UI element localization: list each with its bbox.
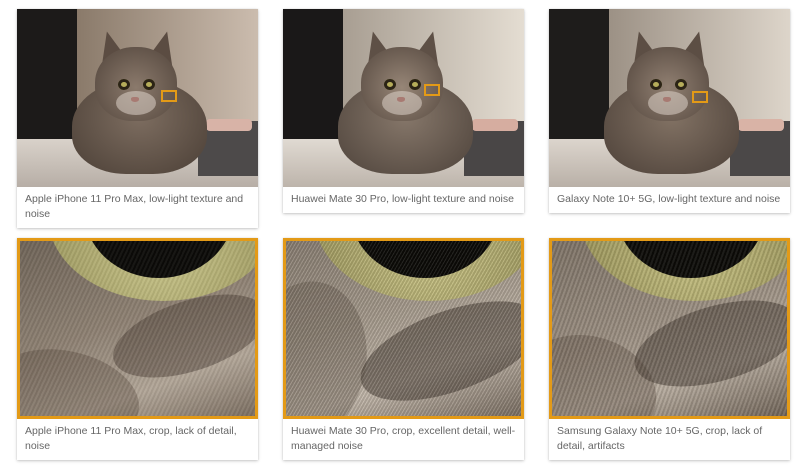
crop-image-huawei xyxy=(283,238,524,419)
crop-highlight-box xyxy=(161,90,177,102)
cat-photo-huawei xyxy=(283,9,524,187)
cat-photo-samsung xyxy=(549,9,790,187)
photo-card-samsung: Galaxy Note 10+ 5G, low-light texture an… xyxy=(549,9,790,213)
cat-photo-iphone xyxy=(17,9,258,187)
caption-huawei-photo: Huawei Mate 30 Pro, low-light texture an… xyxy=(291,193,514,205)
crop-card-samsung: Samsung Galaxy Note 10+ 5G, crop, lack o… xyxy=(549,238,790,460)
crop-highlight-box xyxy=(692,91,708,103)
crop-image-samsung xyxy=(549,238,790,419)
crop-card-huawei: Huawei Mate 30 Pro, crop, excellent deta… xyxy=(283,238,524,460)
caption-samsung-crop: Samsung Galaxy Note 10+ 5G, crop, lack o… xyxy=(557,425,763,452)
caption-iphone-crop: Apple iPhone 11 Pro Max, crop, lack of d… xyxy=(25,425,237,452)
crop-image-iphone xyxy=(17,238,258,419)
photo-card-iphone: Apple iPhone 11 Pro Max, low-light textu… xyxy=(17,9,258,228)
photo-card-huawei: Huawei Mate 30 Pro, low-light texture an… xyxy=(283,9,524,213)
crop-card-iphone: Apple iPhone 11 Pro Max, crop, lack of d… xyxy=(17,238,258,460)
caption-huawei-crop: Huawei Mate 30 Pro, crop, excellent deta… xyxy=(291,425,516,452)
crop-highlight-box xyxy=(424,84,440,96)
caption-samsung-photo: Galaxy Note 10+ 5G, low-light texture an… xyxy=(557,193,781,205)
caption-iphone-photo: Apple iPhone 11 Pro Max, low-light textu… xyxy=(25,193,244,220)
